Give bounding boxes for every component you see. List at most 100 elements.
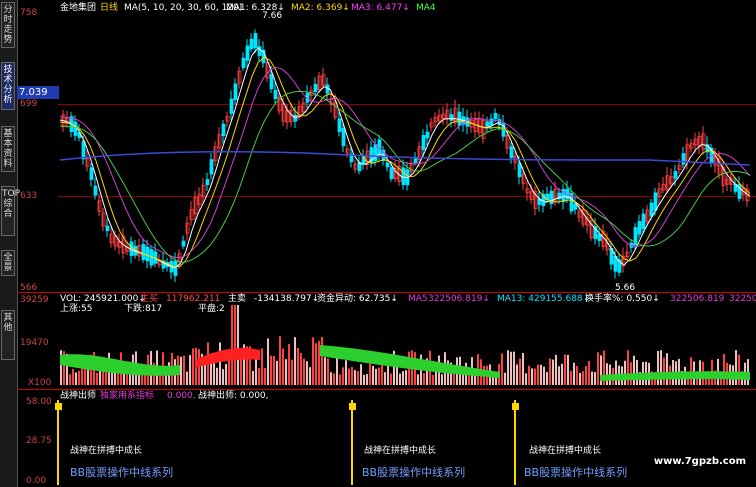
volume-bar — [180, 356, 182, 385]
volume-bar — [318, 340, 320, 385]
volume-bar — [366, 374, 368, 385]
volume-bar — [282, 348, 284, 385]
volume-bar — [555, 354, 557, 385]
candle-body — [597, 233, 602, 241]
volume-bar — [390, 373, 392, 385]
candle-body — [89, 167, 94, 180]
volume-bar — [723, 353, 725, 385]
volume-bar — [288, 344, 290, 385]
volume-bar — [306, 361, 308, 385]
volume-bar — [297, 347, 299, 385]
candle-body — [373, 144, 378, 162]
volume-bar — [333, 373, 335, 385]
volume-bar — [78, 370, 80, 385]
volume-bar — [582, 371, 584, 385]
volume-bar — [378, 367, 380, 385]
volume-bar — [285, 359, 287, 385]
volume-bar — [363, 374, 365, 385]
volume-bar — [303, 358, 305, 385]
volume-bar — [351, 367, 353, 385]
volume-bar — [339, 374, 341, 385]
volume-bar — [264, 368, 266, 385]
volume-bar — [255, 356, 257, 385]
volume-bar — [186, 371, 188, 385]
volume-bar — [552, 359, 554, 385]
volume-bar — [234, 305, 236, 385]
volume-bar — [597, 352, 599, 385]
volume-bar — [375, 368, 377, 385]
signal-diamond-icon — [349, 403, 356, 410]
volume-bar — [564, 354, 566, 385]
candle-body — [385, 162, 390, 168]
volume-bar — [579, 372, 581, 385]
candle-body — [249, 38, 254, 50]
volume-bar — [261, 348, 263, 385]
volume-bar — [279, 336, 281, 385]
volume-bar — [402, 371, 404, 385]
candle-body — [245, 45, 250, 61]
volume-bar — [273, 356, 275, 385]
volume-bar — [204, 362, 206, 385]
volume-bar — [276, 360, 278, 385]
volume-bar — [507, 350, 509, 385]
volume-bar — [435, 370, 437, 385]
volume-bar — [96, 372, 98, 385]
candle-body — [337, 118, 342, 132]
candle-body — [181, 240, 186, 247]
volume-bar — [354, 370, 356, 385]
volume-bar — [588, 361, 590, 385]
candle-body — [517, 163, 522, 178]
volume-bar — [321, 336, 323, 385]
volume-bar — [573, 362, 575, 385]
candle-body — [673, 171, 678, 179]
volume-bar — [384, 372, 386, 385]
volume-bar — [222, 369, 224, 385]
volume-bar — [159, 374, 161, 385]
volume-bar — [345, 360, 347, 385]
volume-bar — [315, 343, 317, 385]
volume-bar — [291, 359, 293, 385]
volume-bar — [537, 364, 539, 385]
volume-bar — [267, 338, 269, 385]
volume-bar — [327, 358, 329, 385]
volume-bar — [522, 352, 524, 385]
volume-bar — [225, 363, 227, 385]
volume-bar — [501, 353, 503, 385]
volume-bar — [534, 368, 536, 385]
volume-bar — [141, 374, 143, 385]
candle-body — [389, 167, 394, 180]
candle-body — [141, 244, 146, 260]
volume-bar — [219, 342, 221, 385]
volume-bar — [75, 372, 77, 385]
signal-diamond-icon — [512, 403, 519, 410]
volume-bar — [309, 367, 311, 385]
candle-body — [493, 113, 498, 120]
volume-bar — [516, 364, 518, 385]
volume-bar — [300, 352, 302, 385]
candle-body — [649, 202, 654, 217]
volume-bar — [372, 365, 374, 385]
volume-bar — [594, 372, 596, 385]
volume-bar — [660, 350, 662, 385]
volume-bar — [591, 371, 593, 385]
volume-bar — [606, 363, 608, 385]
candle-body — [145, 246, 150, 262]
volume-bar — [549, 358, 551, 385]
volume-bar — [504, 372, 506, 385]
signal-diamond-icon — [55, 403, 62, 410]
volume-bar — [405, 370, 407, 385]
volume-bar — [531, 368, 533, 385]
candle-body — [273, 89, 278, 100]
volume-bar — [663, 357, 665, 385]
volume-bar — [198, 349, 200, 385]
volume-bar — [585, 366, 587, 385]
candle-body — [241, 57, 246, 69]
volume-bar — [417, 374, 419, 385]
volume-bar — [546, 372, 548, 385]
candle-body — [681, 153, 686, 165]
volume-bar — [510, 351, 512, 385]
volume-bar — [525, 373, 527, 385]
candle-body — [401, 167, 406, 185]
candle-body — [81, 141, 86, 160]
candle-body — [293, 114, 298, 122]
